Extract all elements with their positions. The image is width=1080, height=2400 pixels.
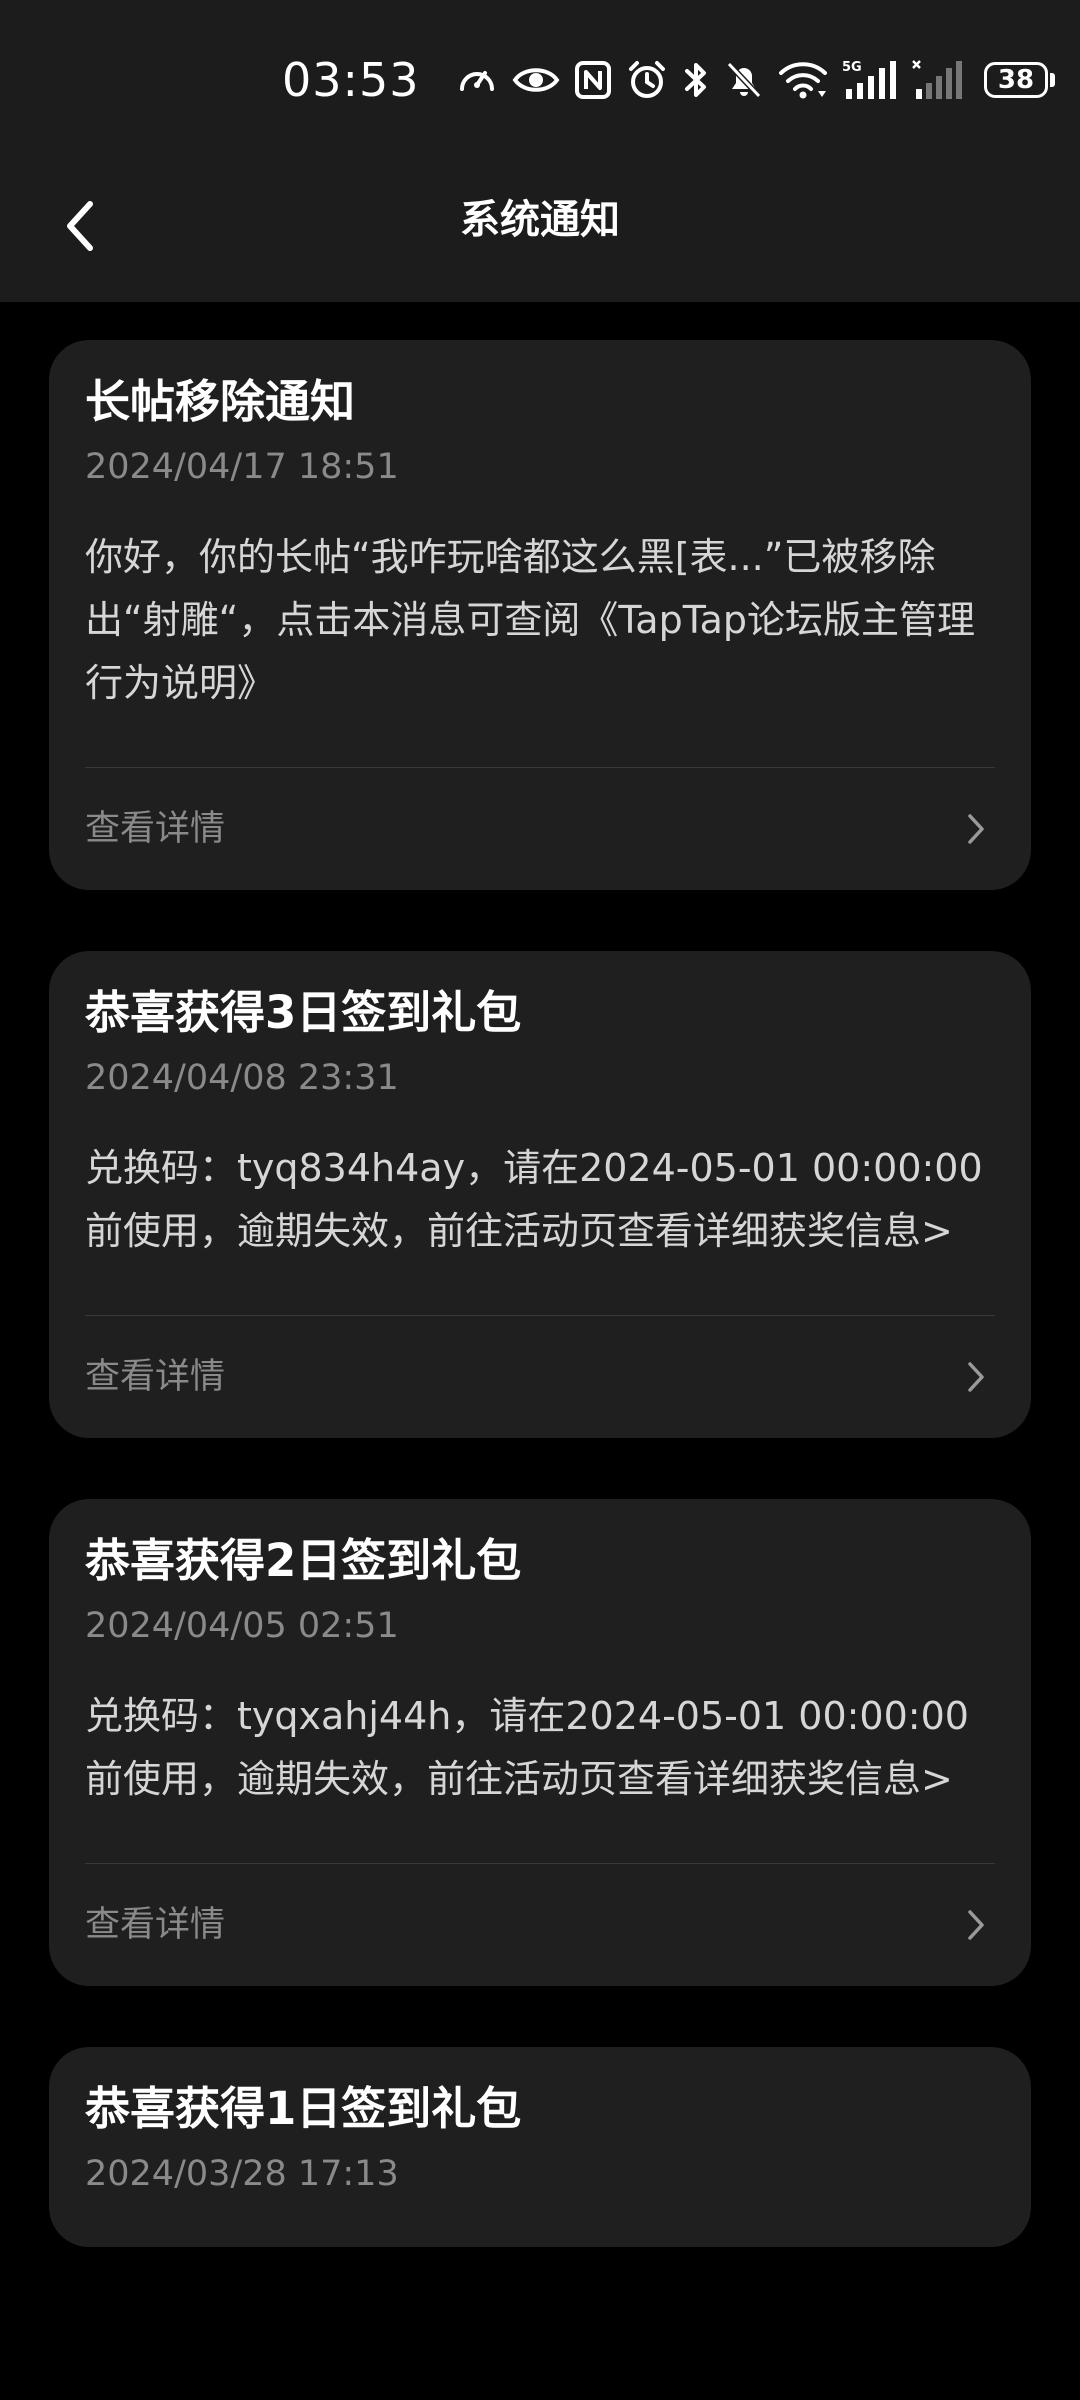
view-details-button[interactable]: 查看详情 [85,768,995,890]
notification-time: 2024/04/05 02:51 [85,1606,399,1646]
notification-time: 2024/04/17 18:51 [85,447,399,487]
notification-body: 兑换码：tyqxahj44h，请在2024-05-01 00:00:00前使用，… [85,1694,969,1801]
mute-icon [726,61,762,99]
notification-card[interactable]: 恭喜获得1日签到礼包 2024/03/28 17:13 [49,2047,1031,2247]
chevron-right-icon [961,1905,991,1945]
nfc-icon [575,61,611,99]
notification-title: 恭喜获得2日签到礼包 [85,1534,522,1587]
notification-time: 2024/03/28 17:13 [85,2154,399,2194]
view-details-label: 查看详情 [85,809,226,849]
notification-card[interactable]: 长帖移除通知 2024/04/17 18:51 你好，你的长帖“我咋玩啥都这么黑… [49,340,1031,890]
view-details-label: 查看详情 [85,1357,226,1397]
notification-body: 兑换码：tyq834h4ay，请在2024-05-01 00:00:00前使用，… [85,1146,983,1253]
chevron-right-icon [961,809,991,849]
notification-title: 恭喜获得3日签到礼包 [85,986,522,1039]
bluetooth-icon [685,63,706,97]
status-icons: 5G 38 [456,52,1055,108]
chevron-right-icon [961,1357,991,1397]
battery-level: 38 [984,62,1048,98]
view-details-label: 查看详情 [85,1905,226,1945]
status-bar: 03:53 5G 38 [0,0,1080,150]
page-title: 系统通知 [460,197,620,243]
notification-card[interactable]: 恭喜获得2日签到礼包 2024/04/05 02:51 兑换码：tyqxahj4… [49,1499,1031,1986]
speedometer-icon [460,71,494,91]
svg-text:5G: 5G [842,60,862,75]
notification-title: 长帖移除通知 [85,375,356,428]
battery-icon: 38 [984,62,1055,98]
battery-tip [1050,73,1055,87]
notification-title: 恭喜获得1日签到礼包 [85,2082,522,2135]
nav-bar: 系统通知 [0,150,1080,302]
notification-time: 2024/04/08 23:31 [85,1058,399,1098]
wifi-icon [779,62,827,99]
view-details-button[interactable]: 查看详情 [85,1864,995,1986]
notification-list: 长帖移除通知 2024/04/17 18:51 你好，你的长帖“我咋玩啥都这么黑… [49,340,1031,2247]
signal-no-service-icon [912,60,962,99]
status-time: 03:53 [282,53,420,107]
notification-card[interactable]: 恭喜获得3日签到礼包 2024/04/08 23:31 兑换码：tyq834h4… [49,951,1031,1438]
signal-5g-icon: 5G [842,60,896,99]
notification-body: 你好，你的长帖“我咋玩啥都这么黑[表...”已被移除出“射雕“，点击本消息可查阅… [85,535,976,705]
view-details-button[interactable]: 查看详情 [85,1316,995,1438]
alarm-icon [629,61,665,98]
eye-icon [512,68,560,92]
